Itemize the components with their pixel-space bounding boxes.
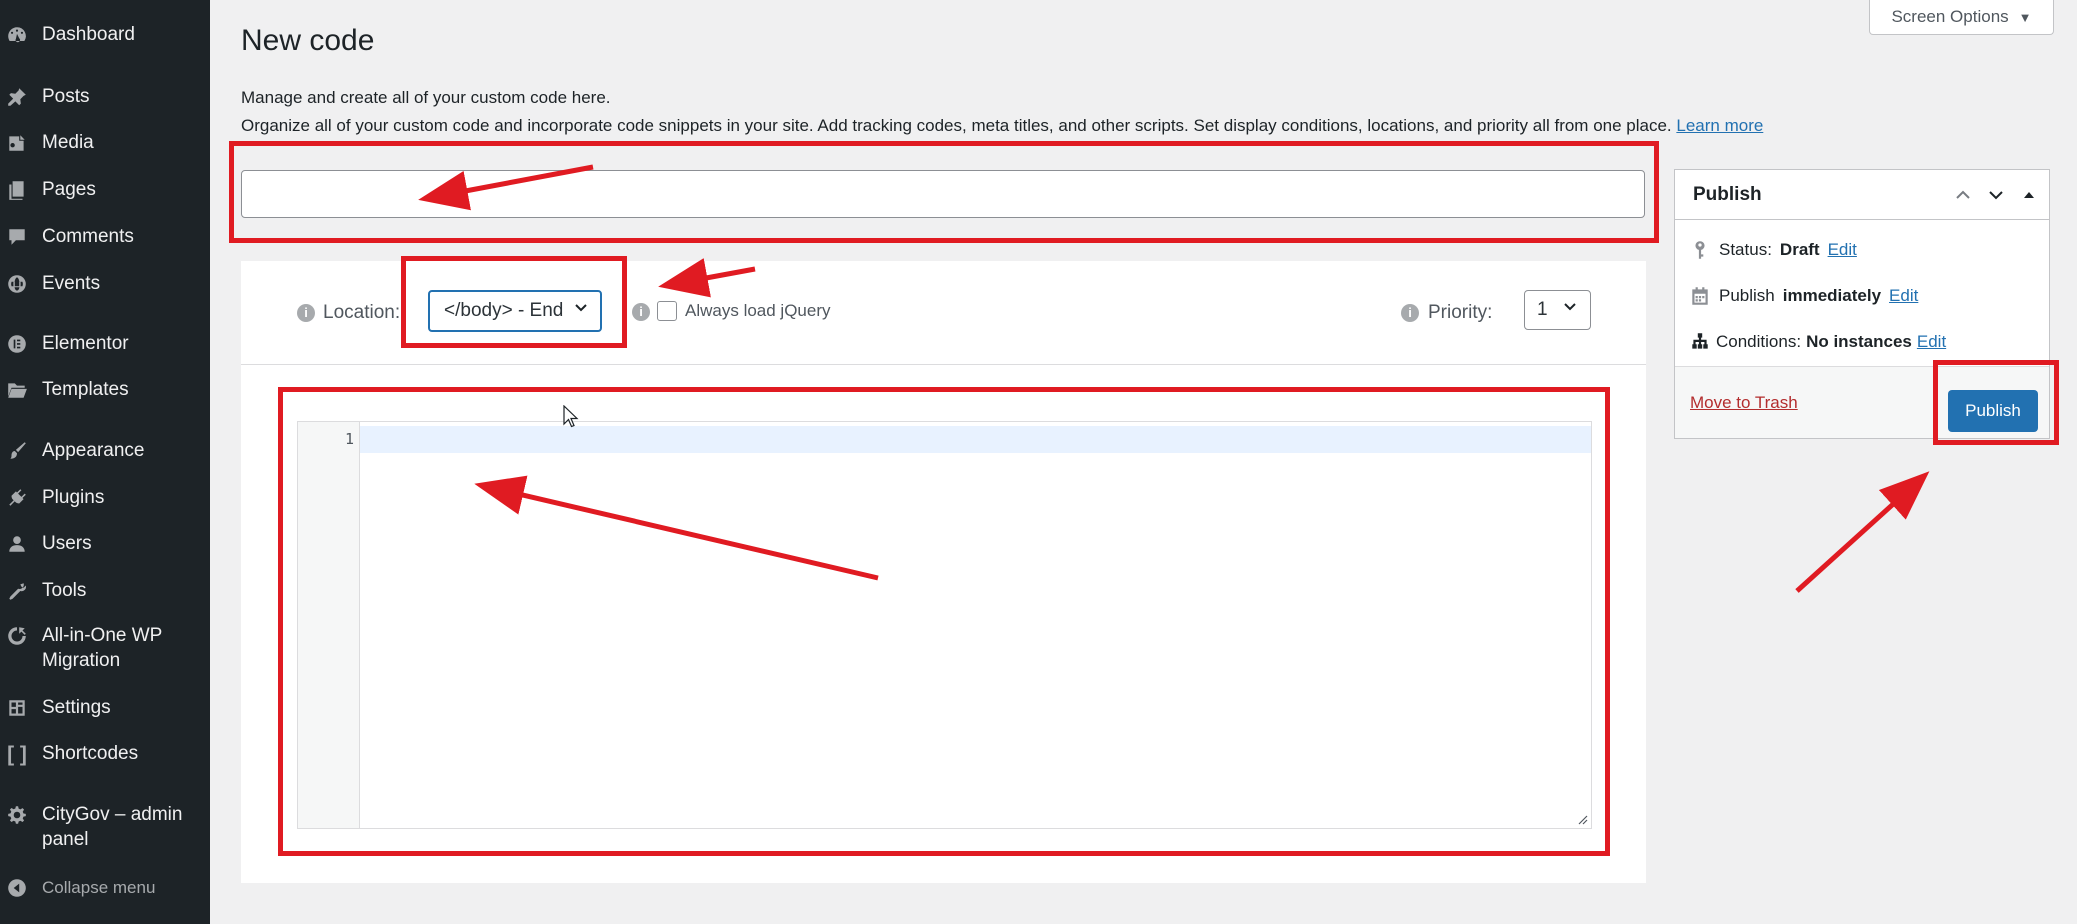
plugin-icon [6, 487, 28, 509]
publish-box-header: Publish [1675, 170, 2049, 220]
publish-value: immediately [1782, 286, 1882, 305]
annotation-box-publish [1933, 360, 2059, 445]
edit-schedule-link[interactable]: Edit [1889, 286, 1918, 306]
page-title: New code [241, 24, 375, 57]
folder-icon [6, 379, 28, 401]
always-load-jquery-label: Always load jQuery [685, 301, 831, 320]
sidebar-item-label: Shortcodes [42, 743, 139, 764]
sidebar-item-posts[interactable]: Posts [0, 84, 210, 109]
sidebar-item-label: Settings [42, 697, 111, 718]
sidebar-item-settings[interactable]: Settings [0, 695, 210, 720]
sidebar-item-label: All-in-One WP Migration [42, 625, 163, 671]
globe-icon [6, 273, 28, 295]
annotation-arrow-publish [1795, 471, 1930, 593]
edit-status-link[interactable]: Edit [1828, 240, 1857, 260]
jquery-info-icon[interactable]: i [632, 303, 650, 321]
collapse-icon [6, 877, 28, 899]
priority-select[interactable]: 1 [1524, 290, 1591, 330]
location-label: Location: [323, 302, 401, 323]
calendar-icon [1692, 287, 1708, 305]
pin-icon [6, 86, 28, 108]
sidebar-item-label: Templates [42, 379, 129, 400]
sidebar-item-label: Users [42, 533, 92, 554]
mouse-cursor-icon [563, 405, 579, 428]
page-description: Manage and create all of your custom cod… [241, 88, 611, 107]
caret-down-icon: ▼ [2018, 9, 2032, 25]
migration-icon [6, 625, 28, 647]
sidebar-item-templates[interactable]: Templates [0, 377, 210, 402]
annotation-box-editor [278, 387, 1610, 856]
priority-label: Priority: [1428, 302, 1493, 323]
publish-box-title: Publish [1693, 184, 1762, 205]
sidebar-item-plugins[interactable]: Plugins [0, 485, 210, 510]
chevron-down-icon [1562, 299, 1578, 321]
sidebar-item-tools[interactable]: Tools [0, 578, 210, 603]
screen-options-button[interactable]: Screen Options ▼ [1869, 0, 2054, 35]
sidebar-item-label: Media [42, 132, 94, 153]
dashboard-icon [6, 24, 28, 46]
annotation-box-location [401, 256, 627, 348]
publish-conditions-row: Conditions: No instances Edit [1689, 331, 1946, 353]
sidebar-item-comments[interactable]: Comments [0, 224, 210, 249]
sidebar-item-appearance[interactable]: Appearance [0, 438, 210, 463]
key-icon [1695, 241, 1705, 259]
gear-icon [6, 804, 28, 826]
sidebar-item-label: CityGov – admin panel [42, 804, 183, 850]
elementor-icon [6, 333, 28, 355]
conditions-value: No instances [1806, 332, 1912, 351]
paintbrush-icon [6, 440, 28, 462]
sidebar-item-label: Posts [42, 86, 90, 107]
publish-schedule-row: Publish immediately Edit [1689, 285, 1918, 307]
user-icon [6, 533, 28, 555]
page-description-text: Organize all of your custom code and inc… [241, 116, 1672, 135]
sidebar-item-users[interactable]: Users [0, 531, 210, 556]
sidebar-item-all-in-one-wp-migration[interactable]: All-in-One WP Migration [0, 623, 180, 673]
caret-up-icon[interactable] [2019, 185, 2039, 205]
admin-sidebar: Dashboard Posts Media Pages Comments Eve… [0, 0, 210, 924]
sidebar-item-elementor[interactable]: Elementor [0, 331, 210, 356]
sidebar-item-label: Comments [42, 226, 134, 247]
sitemap-icon [1692, 333, 1708, 349]
pages-icon [6, 179, 28, 201]
status-label: Status: [1719, 240, 1772, 259]
edit-conditions-link[interactable]: Edit [1917, 332, 1946, 352]
collapse-menu-label: Collapse menu [42, 878, 156, 897]
publish-label: Publish [1719, 286, 1775, 305]
sidebar-item-label: Dashboard [42, 24, 135, 45]
sidebar-item-label: Plugins [42, 487, 105, 508]
priority-info-icon[interactable]: i [1401, 304, 1419, 322]
brackets-icon: [ ] [7, 742, 27, 766]
always-load-jquery-checkbox[interactable] [657, 301, 677, 321]
chevron-up-icon[interactable] [1953, 185, 1973, 205]
sidebar-item-pages[interactable]: Pages [0, 177, 210, 202]
comment-icon [6, 226, 28, 248]
collapse-menu-button[interactable]: Collapse menu [0, 875, 210, 900]
status-value: Draft [1779, 240, 1820, 259]
conditions-label: Conditions: [1716, 332, 1802, 351]
settings-icon [6, 697, 28, 719]
sidebar-item-citygov-admin-panel[interactable]: CityGov – admin panel [0, 802, 190, 852]
media-icon [6, 132, 28, 154]
sidebar-item-shortcodes[interactable]: [ ] Shortcodes [0, 741, 210, 766]
annotation-box-title [229, 141, 1659, 243]
learn-more-link[interactable]: Learn more [1676, 116, 1763, 135]
chevron-down-icon[interactable] [1986, 185, 2006, 205]
sidebar-item-dashboard[interactable]: Dashboard [0, 22, 210, 47]
sidebar-item-label: Events [42, 273, 101, 294]
publish-status-row: Status: Draft Edit [1689, 239, 1857, 261]
sidebar-item-label: Tools [42, 580, 87, 601]
sidebar-item-label: Elementor [42, 333, 129, 354]
sidebar-item-label: Appearance [42, 440, 145, 461]
page-description-secondary: Organize all of your custom code and inc… [241, 116, 1763, 136]
sidebar-item-media[interactable]: Media [0, 130, 210, 155]
wrench-icon [6, 580, 28, 602]
sidebar-item-label: Pages [42, 179, 96, 200]
location-info-icon[interactable]: i [297, 304, 315, 322]
screen-options-label: Screen Options [1891, 7, 2009, 26]
priority-value: 1 [1537, 299, 1548, 320]
move-to-trash-link[interactable]: Move to Trash [1690, 393, 1798, 413]
sidebar-item-events[interactable]: Events [0, 271, 210, 296]
